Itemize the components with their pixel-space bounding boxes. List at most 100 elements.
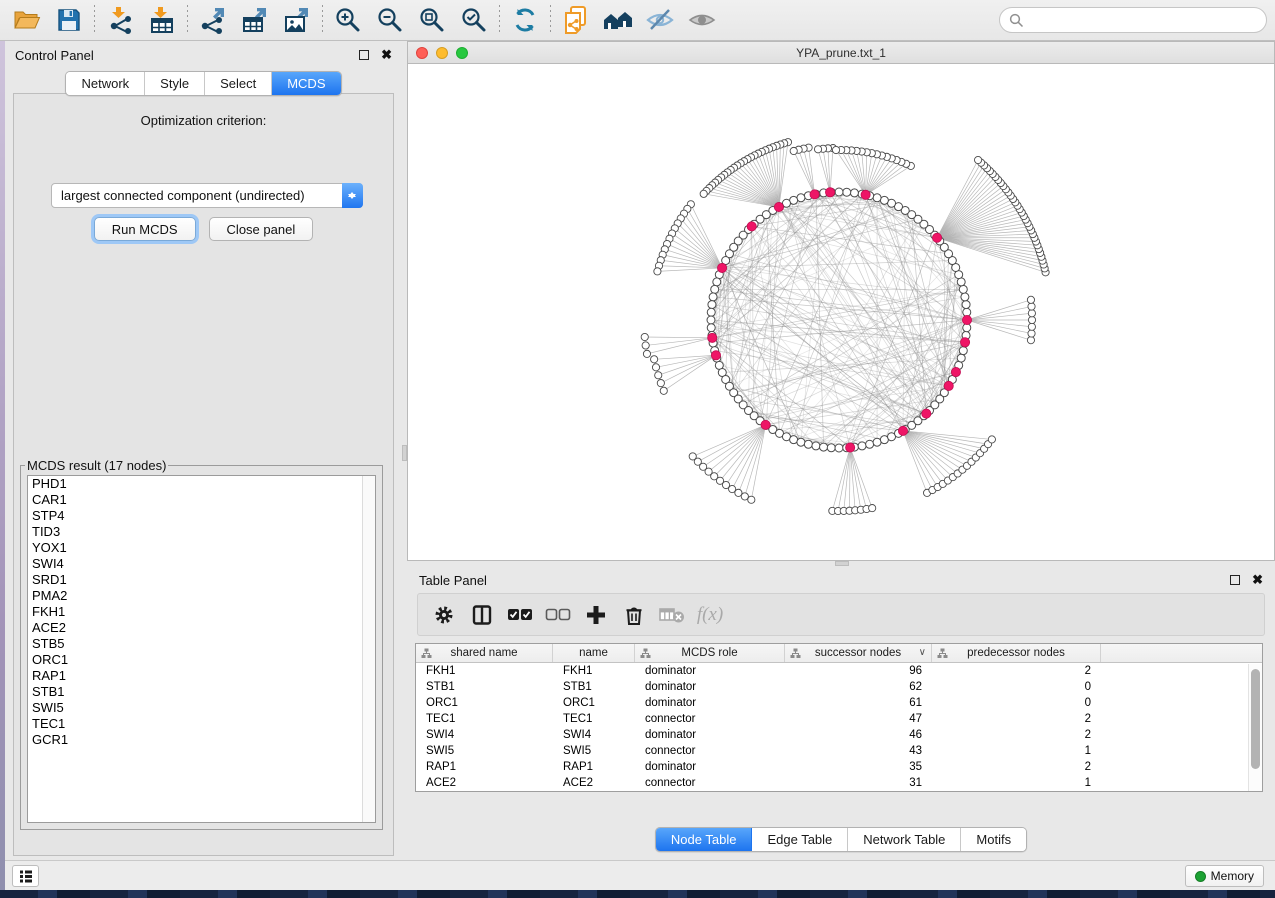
table-tabbar: Node Table Edge Table Network Table Moti… bbox=[655, 827, 1027, 852]
tab-network[interactable]: Network bbox=[66, 72, 145, 95]
clear-table-icon[interactable] bbox=[656, 599, 688, 631]
mcds-result-node[interactable]: PMA2 bbox=[28, 588, 375, 604]
table-row[interactable]: SWI4SWI4dominator462 bbox=[416, 727, 1262, 743]
mcds-result-title: MCDS result (17 nodes) bbox=[25, 458, 168, 473]
import-network-icon[interactable] bbox=[99, 3, 141, 37]
import-table-icon[interactable] bbox=[141, 3, 183, 37]
column-header-MCDS-role[interactable]: MCDS role bbox=[635, 644, 785, 662]
mcds-tab-content: Optimization criterion: largest connecte… bbox=[13, 93, 394, 856]
close-panel-icon[interactable]: ✖ bbox=[381, 50, 392, 60]
search-field[interactable] bbox=[999, 7, 1267, 33]
mcds-result-node[interactable]: FKH1 bbox=[28, 604, 375, 620]
table-scrollbar[interactable] bbox=[1248, 664, 1262, 791]
network-window-titlebar[interactable]: YPA_prune.txt_1 bbox=[408, 42, 1274, 64]
zoom-out-icon[interactable] bbox=[369, 3, 411, 37]
export-table-icon[interactable] bbox=[234, 3, 276, 37]
tab-node-table[interactable]: Node Table bbox=[656, 828, 753, 851]
save-session-icon[interactable] bbox=[48, 3, 90, 37]
mcds-result-node[interactable]: SRD1 bbox=[28, 572, 375, 588]
tab-mcds[interactable]: MCDS bbox=[272, 72, 340, 95]
network-canvas[interactable] bbox=[408, 64, 1274, 560]
mcds-result-node[interactable]: PHD1 bbox=[28, 476, 375, 492]
network-view-window: YPA_prune.txt_1 bbox=[407, 41, 1275, 561]
mcds-result-node[interactable]: GCR1 bbox=[28, 732, 375, 748]
column-header-predecessor-nodes[interactable]: predecessor nodes bbox=[932, 644, 1101, 662]
table-cell: 1 bbox=[932, 745, 1101, 757]
delete-columns-icon[interactable] bbox=[618, 599, 650, 631]
table-row[interactable]: STB1STB1dominator620 bbox=[416, 679, 1262, 695]
table-row[interactable]: TEC1TEC1connector472 bbox=[416, 711, 1262, 727]
table-row[interactable]: YOX1YOX1connector291 bbox=[416, 791, 1262, 792]
zoom-selected-icon[interactable] bbox=[453, 3, 495, 37]
export-network-icon[interactable] bbox=[192, 3, 234, 37]
show-all-icon[interactable] bbox=[681, 3, 723, 37]
zoom-in-icon[interactable] bbox=[327, 3, 369, 37]
mcds-result-node[interactable]: ORC1 bbox=[28, 652, 375, 668]
mcds-result-node[interactable]: SWI5 bbox=[28, 700, 375, 716]
mcds-result-node[interactable]: SWI4 bbox=[28, 556, 375, 572]
mcds-result-node[interactable]: RAP1 bbox=[28, 668, 375, 684]
tab-edge-table[interactable]: Edge Table bbox=[752, 828, 848, 851]
tab-network-table[interactable]: Network Table bbox=[848, 828, 961, 851]
hide-selected-icon[interactable] bbox=[639, 3, 681, 37]
show-panels-menu-icon[interactable] bbox=[12, 865, 39, 887]
mcds-result-list[interactable]: PHD1CAR1STP4TID3YOX1SWI4SRD1PMA2FKH1ACE2… bbox=[27, 475, 376, 823]
show-columns-icon[interactable] bbox=[466, 599, 498, 631]
table-row[interactable]: ORC1ORC1dominator610 bbox=[416, 695, 1262, 711]
zoom-fit-icon[interactable] bbox=[411, 3, 453, 37]
table-cell: STB1 bbox=[416, 681, 553, 693]
column-header-name[interactable]: name bbox=[553, 644, 635, 662]
table-row[interactable]: FKH1FKH1dominator962 bbox=[416, 663, 1262, 679]
tab-motifs[interactable]: Motifs bbox=[961, 828, 1026, 851]
clone-network-icon[interactable] bbox=[555, 3, 597, 37]
desktop-wallpaper-left bbox=[0, 41, 5, 890]
table-cell: 2 bbox=[932, 713, 1101, 725]
float-table-panel-icon[interactable] bbox=[1230, 575, 1240, 585]
search-input[interactable] bbox=[1030, 13, 1266, 28]
first-neighbors-icon[interactable] bbox=[597, 3, 639, 37]
table-cell: SWI4 bbox=[553, 729, 635, 741]
mcds-result-node[interactable]: STB1 bbox=[28, 684, 375, 700]
table-cell: ORC1 bbox=[416, 697, 553, 709]
column-header-successor-nodes[interactable]: successor nodes∨ bbox=[785, 644, 932, 662]
open-file-icon[interactable] bbox=[6, 3, 48, 37]
table-cell: ACE2 bbox=[416, 777, 553, 789]
table-cell: 43 bbox=[785, 745, 932, 757]
select-all-checkboxes-icon[interactable] bbox=[504, 599, 536, 631]
table-settings-icon[interactable] bbox=[428, 599, 460, 631]
memory-button[interactable]: Memory bbox=[1185, 865, 1264, 887]
mcds-result-node[interactable]: STP4 bbox=[28, 508, 375, 524]
refresh-icon[interactable] bbox=[504, 3, 546, 37]
tab-select[interactable]: Select bbox=[205, 72, 272, 95]
export-image-icon[interactable] bbox=[276, 3, 318, 37]
mcds-result-node[interactable]: STB5 bbox=[28, 636, 375, 652]
float-panel-icon[interactable] bbox=[359, 50, 369, 60]
window-minimize-icon[interactable] bbox=[436, 47, 448, 59]
mcds-result-node[interactable]: TID3 bbox=[28, 524, 375, 540]
table-cell: 2 bbox=[932, 761, 1101, 773]
mcds-result-node[interactable]: ACE2 bbox=[28, 620, 375, 636]
window-maximize-icon[interactable] bbox=[456, 47, 468, 59]
mcds-result-node[interactable]: CAR1 bbox=[28, 492, 375, 508]
deselect-all-checkboxes-icon[interactable] bbox=[542, 599, 574, 631]
table-row[interactable]: ACE2ACE2connector311 bbox=[416, 775, 1262, 791]
tab-style[interactable]: Style bbox=[145, 72, 205, 95]
mcds-list-scrollbar[interactable] bbox=[362, 476, 375, 822]
table-row[interactable]: SWI5SWI5connector431 bbox=[416, 743, 1262, 759]
window-close-icon[interactable] bbox=[416, 47, 428, 59]
column-header-shared-name[interactable]: shared name bbox=[416, 644, 553, 662]
criterion-selected-value: largest connected component (undirected) bbox=[52, 188, 342, 203]
table-scrollbar-thumb[interactable] bbox=[1251, 669, 1260, 769]
add-column-icon[interactable] bbox=[580, 599, 612, 631]
toolbar-separator bbox=[187, 5, 188, 35]
mcds-result-node[interactable]: YOX1 bbox=[28, 540, 375, 556]
close-panel-button[interactable]: Close panel bbox=[209, 217, 314, 241]
close-table-panel-icon[interactable]: ✖ bbox=[1252, 575, 1263, 585]
criterion-select[interactable]: largest connected component (undirected) bbox=[51, 183, 363, 208]
mcds-result-node[interactable]: TEC1 bbox=[28, 716, 375, 732]
control-panel: Control Panel ✖ Network Style Select MCD… bbox=[5, 41, 402, 860]
run-mcds-button[interactable]: Run MCDS bbox=[94, 217, 196, 241]
function-builder-icon[interactable]: f(x) bbox=[694, 599, 726, 631]
sort-indicator-icon: ∨ bbox=[919, 647, 926, 658]
table-row[interactable]: RAP1RAP1dominator352 bbox=[416, 759, 1262, 775]
